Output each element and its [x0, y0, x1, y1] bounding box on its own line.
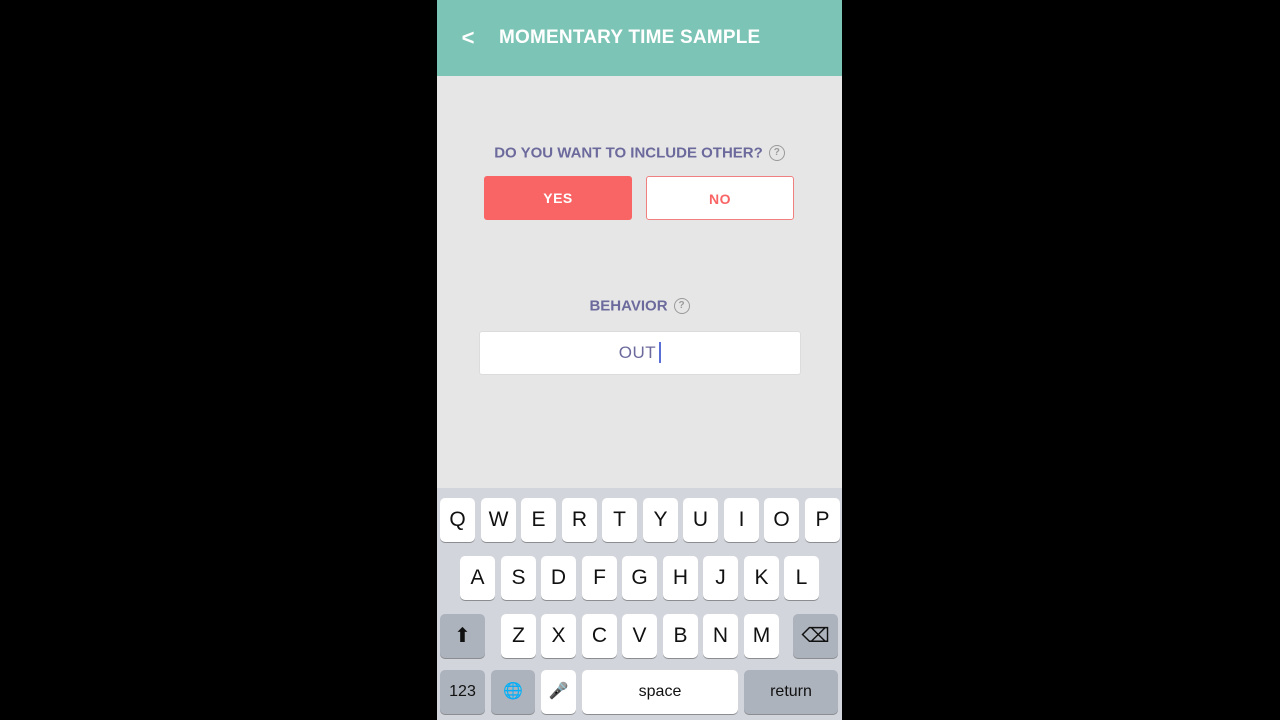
- no-button[interactable]: NO: [646, 176, 794, 220]
- microphone-key[interactable]: 🎤: [541, 670, 576, 714]
- header-bar: < MOMENTARY TIME SAMPLE: [437, 0, 842, 76]
- help-icon[interactable]: ?: [768, 145, 785, 162]
- key-e[interactable]: E: [521, 498, 556, 542]
- key-q[interactable]: Q: [440, 498, 475, 542]
- key-i[interactable]: I: [724, 498, 759, 542]
- key-a[interactable]: A: [460, 556, 495, 600]
- key-v[interactable]: V: [622, 614, 657, 658]
- key-x[interactable]: X: [541, 614, 576, 658]
- key-m[interactable]: M: [744, 614, 779, 658]
- key-p[interactable]: P: [805, 498, 840, 542]
- globe-key[interactable]: 🌐: [491, 670, 535, 714]
- key-r[interactable]: R: [562, 498, 597, 542]
- key-d[interactable]: D: [541, 556, 576, 600]
- numbers-key[interactable]: 123: [440, 670, 485, 714]
- on-screen-keyboard: Q W E R T Y U I O P A S D F G H J K L ⬆ …: [437, 488, 842, 720]
- key-b[interactable]: B: [663, 614, 698, 658]
- back-button[interactable]: <: [457, 22, 479, 54]
- return-key[interactable]: return: [744, 670, 838, 714]
- key-h[interactable]: H: [663, 556, 698, 600]
- key-j[interactable]: J: [703, 556, 738, 600]
- key-g[interactable]: G: [622, 556, 657, 600]
- key-y[interactable]: Y: [643, 498, 678, 542]
- key-w[interactable]: W: [481, 498, 516, 542]
- key-t[interactable]: T: [602, 498, 637, 542]
- key-n[interactable]: N: [703, 614, 738, 658]
- space-key[interactable]: space: [582, 670, 738, 714]
- include-other-label: DO YOU WANT TO INCLUDE OTHER?: [494, 144, 763, 162]
- behavior-input[interactable]: OUT: [479, 331, 801, 375]
- phone-screen: < MOMENTARY TIME SAMPLE DO YOU WANT TO I…: [437, 0, 842, 720]
- include-other-question: DO YOU WANT TO INCLUDE OTHER??: [437, 144, 842, 162]
- key-l[interactable]: L: [784, 556, 819, 600]
- page-title: MOMENTARY TIME SAMPLE: [499, 27, 761, 48]
- key-f[interactable]: F: [582, 556, 617, 600]
- help-icon[interactable]: ?: [673, 298, 690, 315]
- key-o[interactable]: O: [764, 498, 799, 542]
- delete-key[interactable]: ⌫: [793, 614, 838, 658]
- behavior-input-value: OUT: [618, 343, 657, 362]
- key-z[interactable]: Z: [501, 614, 536, 658]
- shift-key[interactable]: ⬆: [440, 614, 485, 658]
- key-u[interactable]: U: [683, 498, 718, 542]
- key-k[interactable]: K: [744, 556, 779, 600]
- key-c[interactable]: C: [582, 614, 617, 658]
- yes-button[interactable]: YES: [484, 176, 632, 220]
- behavior-label: BEHAVIOR: [589, 297, 668, 315]
- key-s[interactable]: S: [501, 556, 536, 600]
- text-caret: [659, 341, 662, 363]
- behavior-section-label: BEHAVIOR?: [437, 297, 842, 315]
